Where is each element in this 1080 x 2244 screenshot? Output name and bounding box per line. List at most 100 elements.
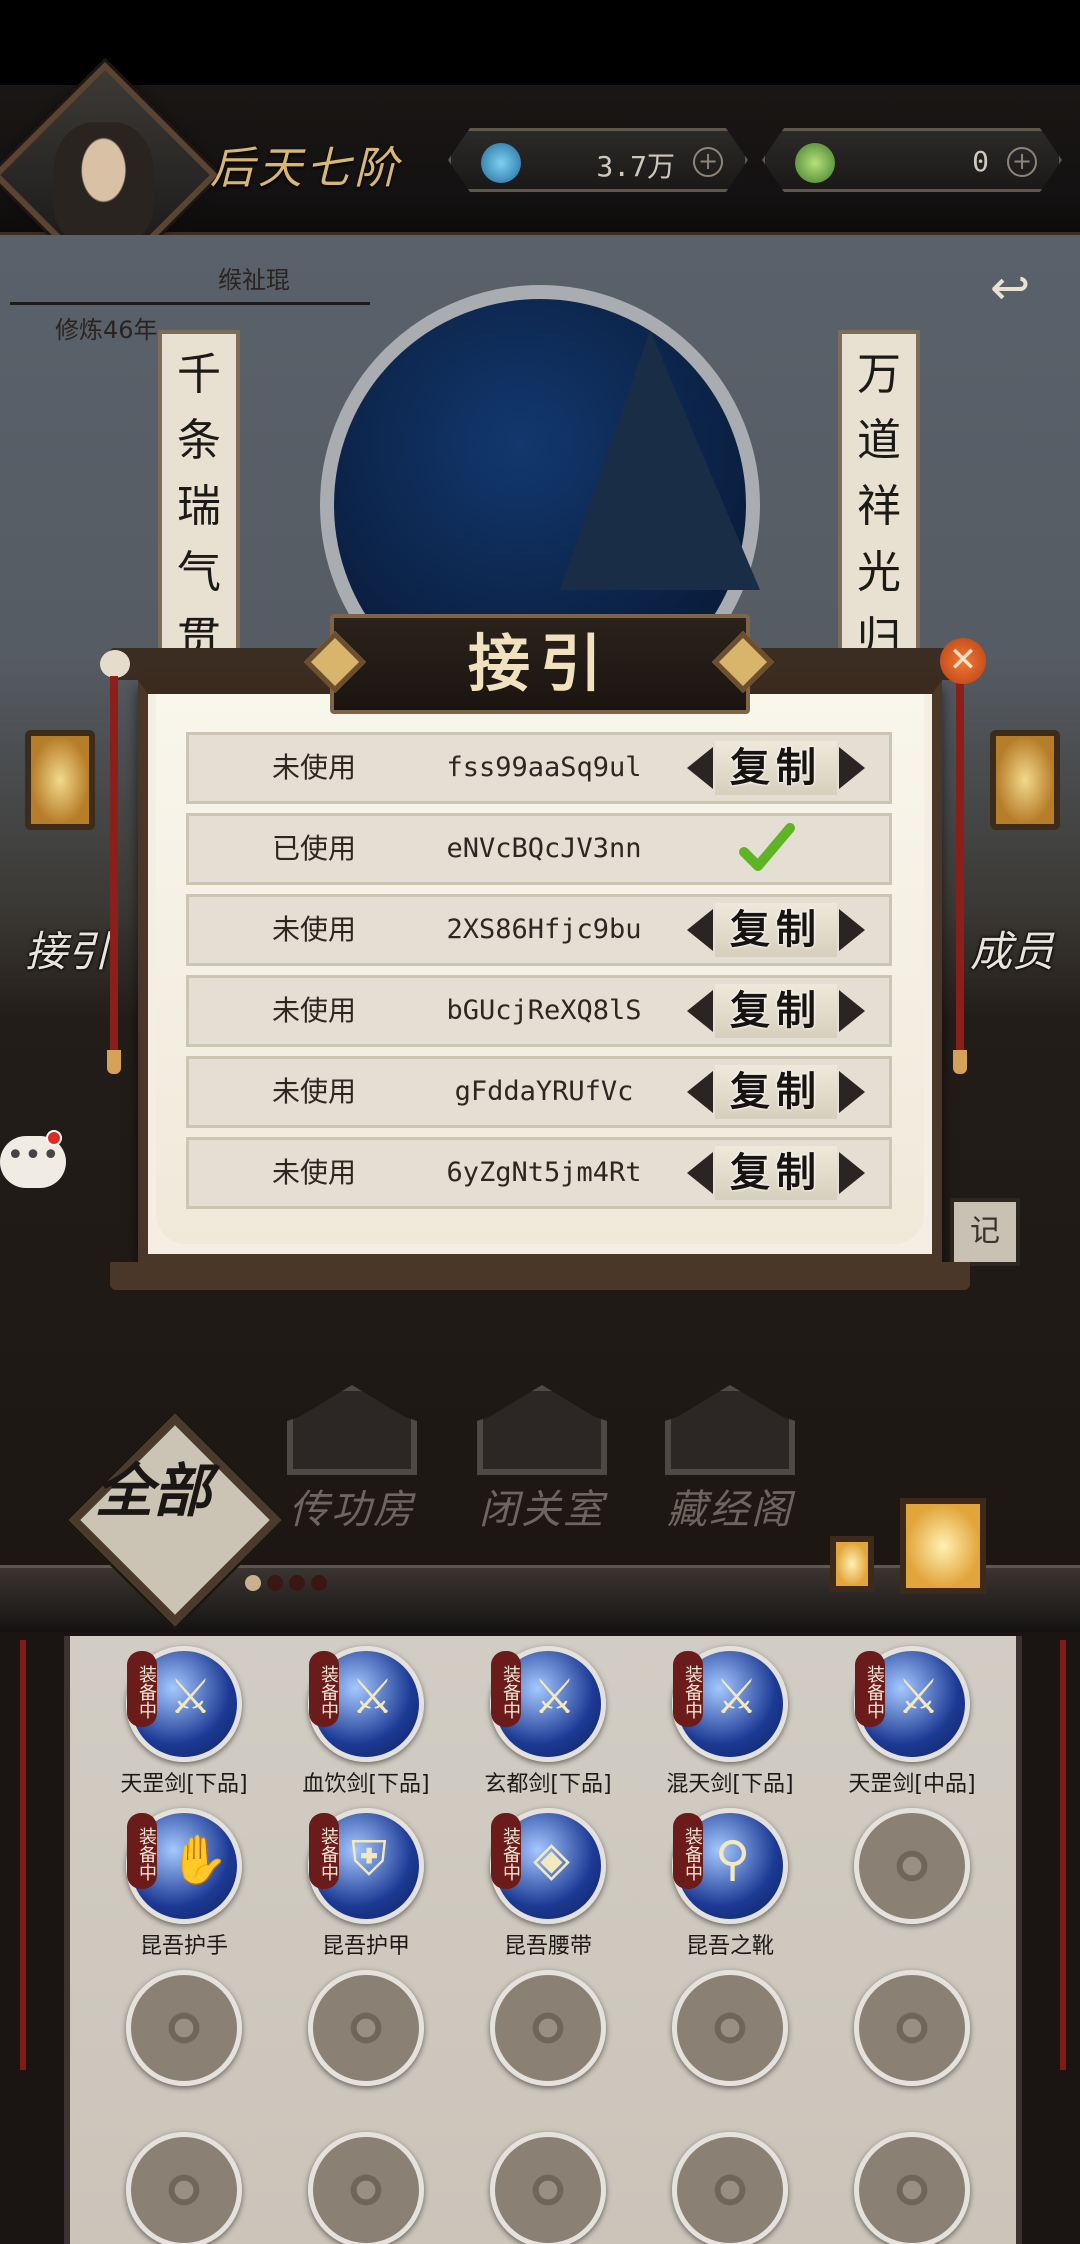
chevron-right-icon <box>839 1071 865 1113</box>
lamp-large <box>900 1498 986 1594</box>
code-row: 已使用 eNVcBQcJV3nn <box>186 813 892 885</box>
item-name: 昆吾护甲 <box>321 1934 410 1959</box>
empty-slot-icon <box>126 2132 242 2244</box>
empty-slot[interactable] <box>281 2132 451 2244</box>
checkmark-icon <box>739 823 795 871</box>
lantern-left <box>25 730 95 830</box>
inventory-item[interactable]: 装备中 ⚔ 混天剑[下品] <box>645 1646 815 1797</box>
back-arrow-icon[interactable]: ↩ <box>990 264 1050 312</box>
code-status: 已使用 <box>271 832 356 865</box>
couplet-left: 千条瑞气贯 <box>158 330 240 660</box>
inventory-item[interactable]: 装备中 ✋ 昆吾护手 <box>99 1808 269 1959</box>
item-name: 玄都剑[下品] <box>484 1772 612 1797</box>
building-seclusion-room[interactable]: 闭关室 <box>472 1385 612 1533</box>
boots-glyph: ⚲ <box>715 1831 751 1887</box>
empty-slot[interactable] <box>827 2132 997 2244</box>
page-dot <box>311 1575 327 1591</box>
chevron-right-icon <box>839 990 865 1032</box>
boots-icon: 装备中 ⚲ <box>672 1808 788 1924</box>
close-button[interactable]: ✕ <box>940 638 986 684</box>
lamp-small <box>830 1536 874 1592</box>
equipped-tag: 装备中 <box>491 1813 521 1889</box>
copy-button[interactable]: 复制 <box>687 903 865 957</box>
inventory-item[interactable]: 装备中 ◈ 昆吾腰带 <box>463 1808 633 1959</box>
building-scripture-pavilion[interactable]: 藏经阁 <box>660 1385 800 1533</box>
empty-slot[interactable] <box>463 1970 633 2120</box>
dialog-tassel-tip <box>953 1050 967 1074</box>
empty-slot-icon <box>672 2132 788 2244</box>
inventory-item[interactable]: 装备中 ⚲ 昆吾之靴 <box>645 1808 815 1959</box>
currency-crystal-value: 3.7万 <box>596 150 675 183</box>
record-tab[interactable]: 记 <box>950 1198 1020 1266</box>
code-status: 未使用 <box>271 913 356 946</box>
empty-slot[interactable] <box>281 1970 451 2120</box>
side-button-members[interactable]: 成员 <box>970 918 1054 979</box>
chat-notification-dot <box>46 1130 62 1146</box>
dialog-bottom-rod <box>110 1262 970 1290</box>
empty-slot[interactable] <box>827 1970 997 2120</box>
side-button-receive[interactable]: 接引 <box>25 918 109 979</box>
avatar-portrait <box>53 122 154 243</box>
page-dot <box>245 1575 261 1591</box>
code-row: 未使用 fss99aaSq9ul 复制 <box>186 732 892 804</box>
inventory-grid: 装备中 ⚔ 天罡剑[下品] 装备中 ⚔ 血饮剑[下品] 装备中 ⚔ 玄都剑[下品] 装… <box>64 1636 1022 2244</box>
empty-slot[interactable] <box>645 1970 815 2120</box>
sword-glyph: ⚔ <box>897 1669 941 1725</box>
empty-slot-icon <box>854 1970 970 2086</box>
empty-slot[interactable] <box>99 2132 269 2244</box>
empty-slot-icon <box>308 2132 424 2244</box>
gauntlet-icon: 装备中 ✋ <box>126 1808 242 1924</box>
belt-icon: 装备中 ◈ <box>490 1808 606 1924</box>
sword-glyph: ⚔ <box>351 1669 395 1725</box>
empty-slot-icon <box>490 2132 606 2244</box>
copy-button[interactable]: 复制 <box>687 1146 865 1200</box>
empty-slot[interactable] <box>827 1808 997 1958</box>
empty-slot[interactable] <box>645 2132 815 2244</box>
copy-button[interactable]: 复制 <box>687 1065 865 1119</box>
code-status: 未使用 <box>271 1156 356 1189</box>
empty-slot[interactable] <box>463 2132 633 2244</box>
item-name: 昆吾腰带 <box>503 1934 592 1959</box>
empty-slot-icon <box>490 1970 606 2086</box>
copy-label: 复制 <box>715 1146 837 1200</box>
sword-glyph: ⚔ <box>533 1669 577 1725</box>
inventory-item[interactable]: 装备中 ⛨ 昆吾护甲 <box>281 1808 451 1959</box>
currency-crystal: 3.7万 + <box>448 128 748 192</box>
building-label: 传功房 <box>289 1487 415 1533</box>
armor-icon: 装备中 ⛨ <box>308 1808 424 1924</box>
empty-slot[interactable] <box>99 1970 269 2120</box>
chevron-right-icon <box>839 747 865 789</box>
inventory-item[interactable]: 装备中 ⚔ 玄都剑[下品] <box>463 1646 633 1797</box>
sword-glyph: ⚔ <box>169 1669 213 1725</box>
building-transmission-room[interactable]: 传功房 <box>282 1385 422 1533</box>
sword-icon: 装备中 ⚔ <box>854 1646 970 1762</box>
invite-code: eNVcBQcJV3nn <box>446 833 642 864</box>
sword-icon: 装备中 ⚔ <box>490 1646 606 1762</box>
chevron-left-icon <box>687 909 713 951</box>
chevron-left-icon <box>687 1152 713 1194</box>
copy-label: 复制 <box>715 984 837 1038</box>
copy-button[interactable]: 复制 <box>687 984 865 1038</box>
inventory-item[interactable]: 装备中 ⚔ 血饮剑[下品] <box>281 1646 451 1797</box>
player-name: 缑祉琨 <box>218 266 290 294</box>
invite-code: gFddaYRUfVc <box>454 1076 634 1107</box>
dialog-rod-knob <box>100 650 130 678</box>
status-bar <box>0 0 1080 85</box>
add-crystal-button[interactable]: + <box>693 147 723 177</box>
jade-coin-icon <box>795 143 835 183</box>
equipped-tag: 装备中 <box>309 1813 339 1889</box>
inventory-item[interactable]: 装备中 ⚔ 天罡剑[下品] <box>99 1646 269 1797</box>
realm-title: 后天七阶 <box>210 143 402 194</box>
couplet-right: 万道祥光归 <box>838 330 920 660</box>
inventory-item[interactable]: 装备中 ⚔ 天罡剑[中品] <box>827 1646 997 1797</box>
all-tab-label[interactable]: 全部 <box>95 1460 265 1590</box>
equipped-tag: 装备中 <box>491 1651 521 1727</box>
building-label: 藏经阁 <box>667 1487 793 1533</box>
currency-jade-value: 0 <box>972 145 989 178</box>
invite-code: 6yZgNt5jm4Rt <box>446 1157 642 1188</box>
add-jade-button[interactable]: + <box>1007 147 1037 177</box>
copy-button[interactable]: 复制 <box>687 741 865 795</box>
invite-code: bGUcjReXQ8lS <box>446 995 642 1026</box>
page-dot <box>289 1575 305 1591</box>
chevron-left-icon <box>687 1071 713 1113</box>
